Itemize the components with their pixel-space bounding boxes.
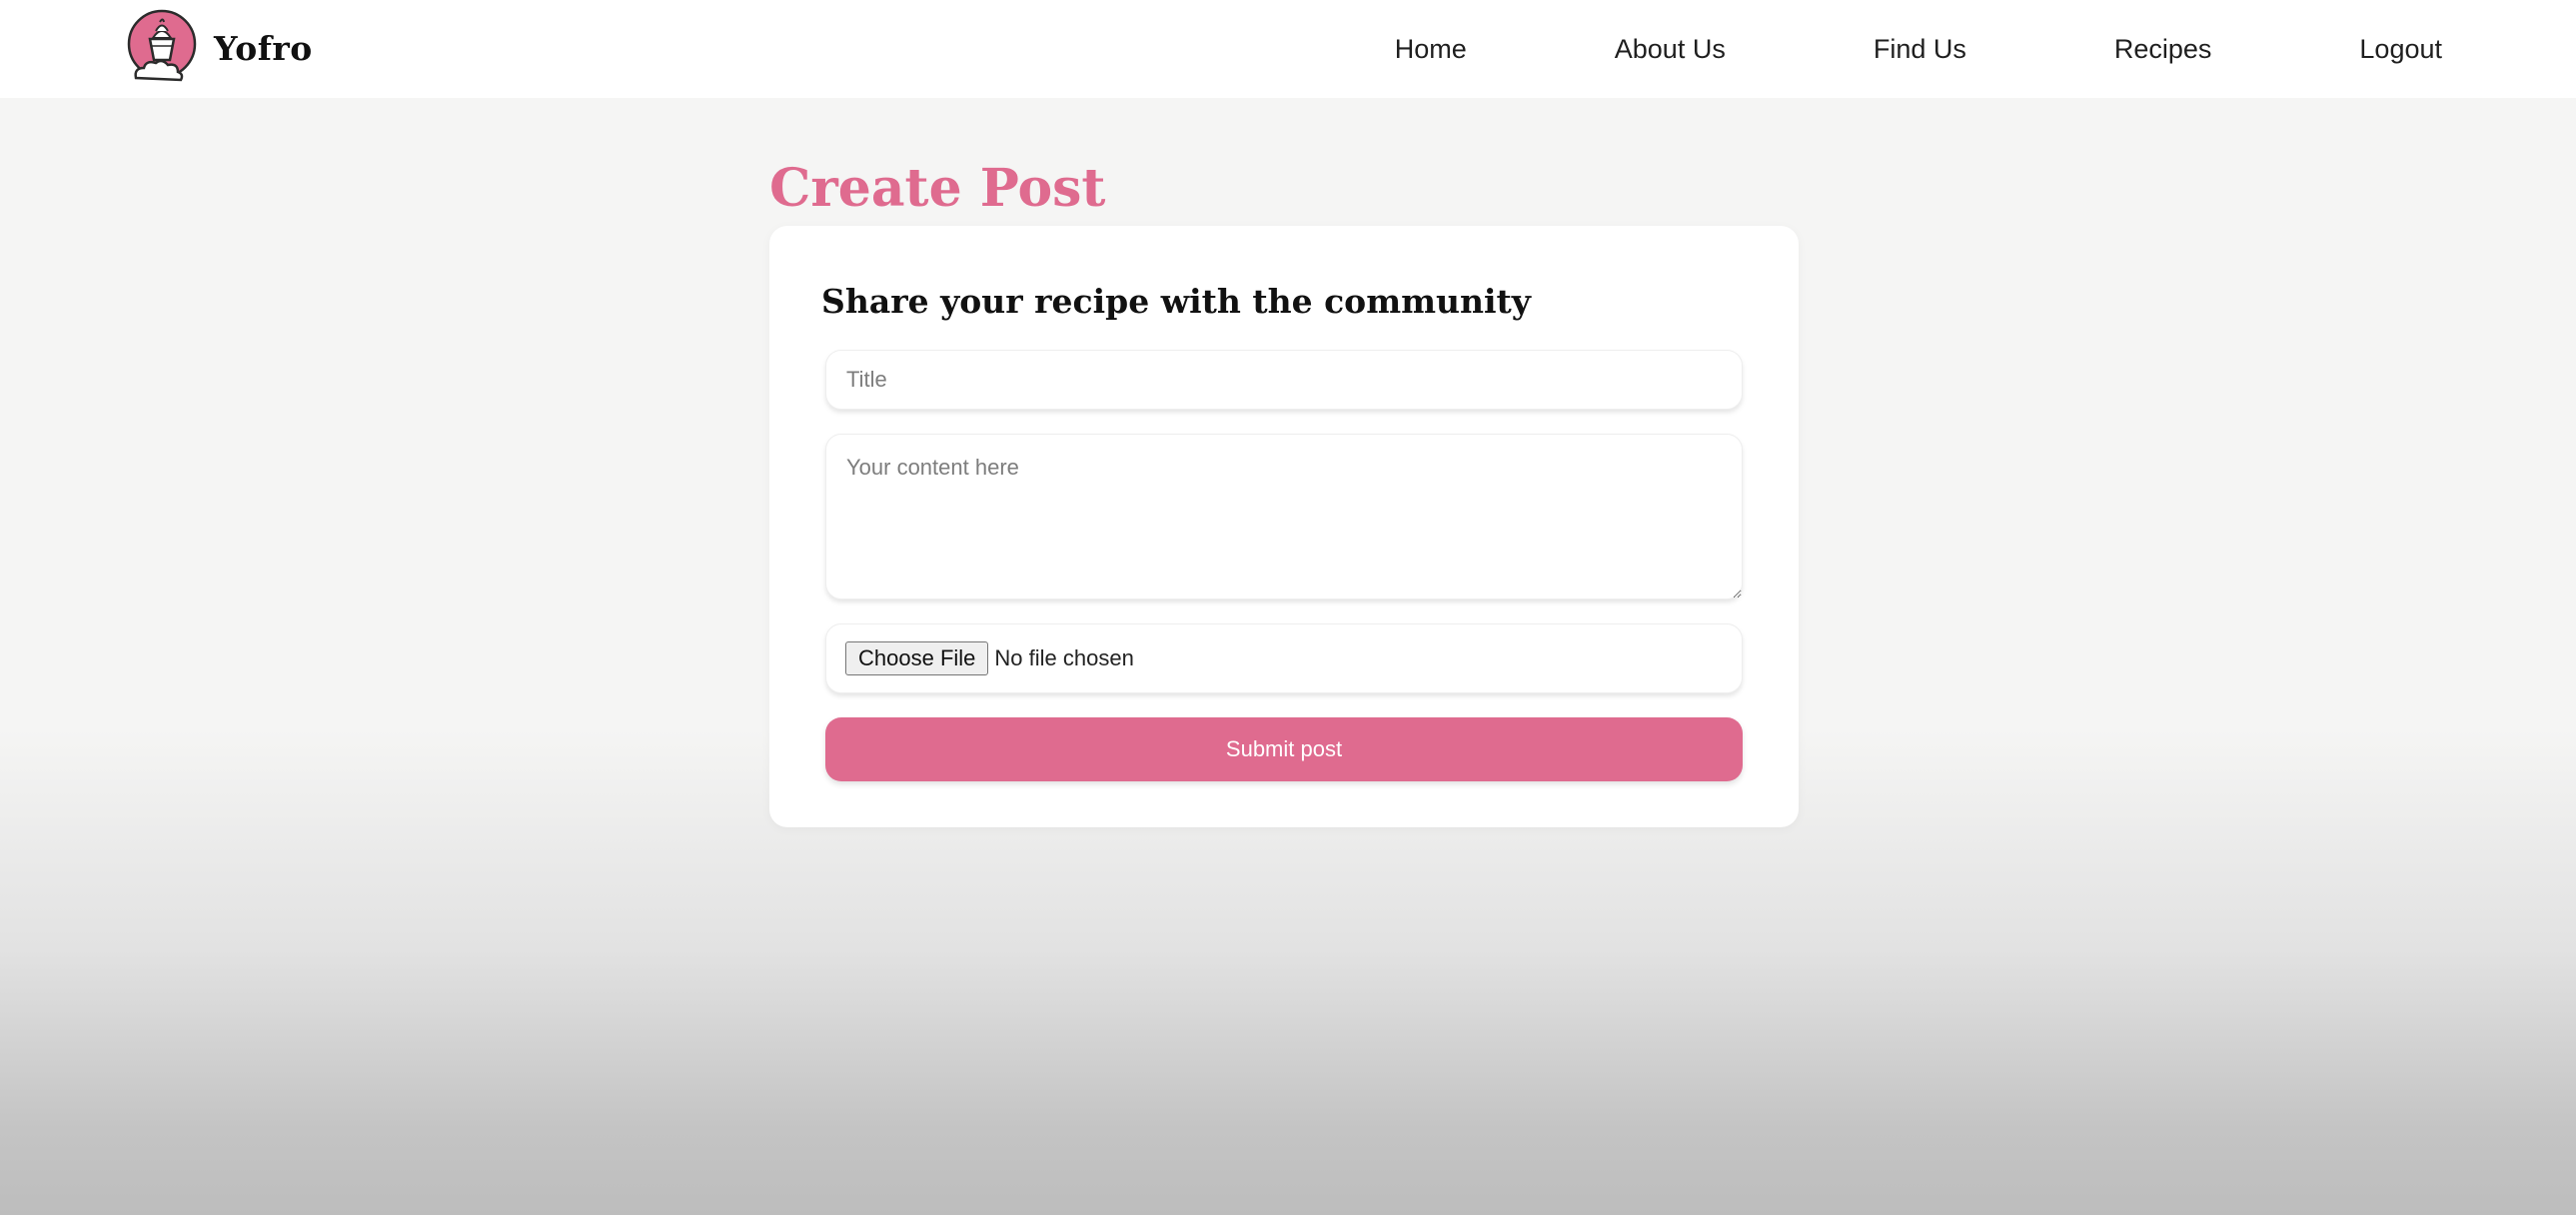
content-textarea[interactable] (825, 434, 1743, 600)
file-upload-field: Choose File No file chosen (825, 623, 1743, 693)
title-input[interactable] (825, 350, 1743, 410)
file-status-text: No file chosen (994, 645, 1134, 670)
nav-about-us-link[interactable]: About Us (1615, 34, 1726, 65)
brand-name: Yofro (214, 28, 313, 68)
nav-recipes-link[interactable]: Recipes (2114, 34, 2212, 65)
submit-post-button[interactable]: Submit post (825, 717, 1743, 781)
frozen-yogurt-cup-icon (127, 9, 197, 82)
navbar: Yofro Home About Us Find Us Recipes Logo… (0, 0, 2576, 98)
nav-logout-link[interactable]: Logout (2359, 34, 2442, 65)
brand[interactable]: Yofro (126, 8, 313, 88)
create-post-card: Share your recipe with the community Cho… (769, 226, 1799, 827)
nav-find-us-link[interactable]: Find Us (1874, 34, 1966, 65)
choose-file-button[interactable]: Choose File (845, 641, 989, 675)
nav-home-link[interactable]: Home (1395, 34, 1467, 65)
page-title: Create Post (769, 158, 1106, 219)
form-heading: Share your recipe with the community (821, 282, 1531, 321)
nav-links: Home About Us Find Us Recipes Logout (1395, 0, 2442, 98)
